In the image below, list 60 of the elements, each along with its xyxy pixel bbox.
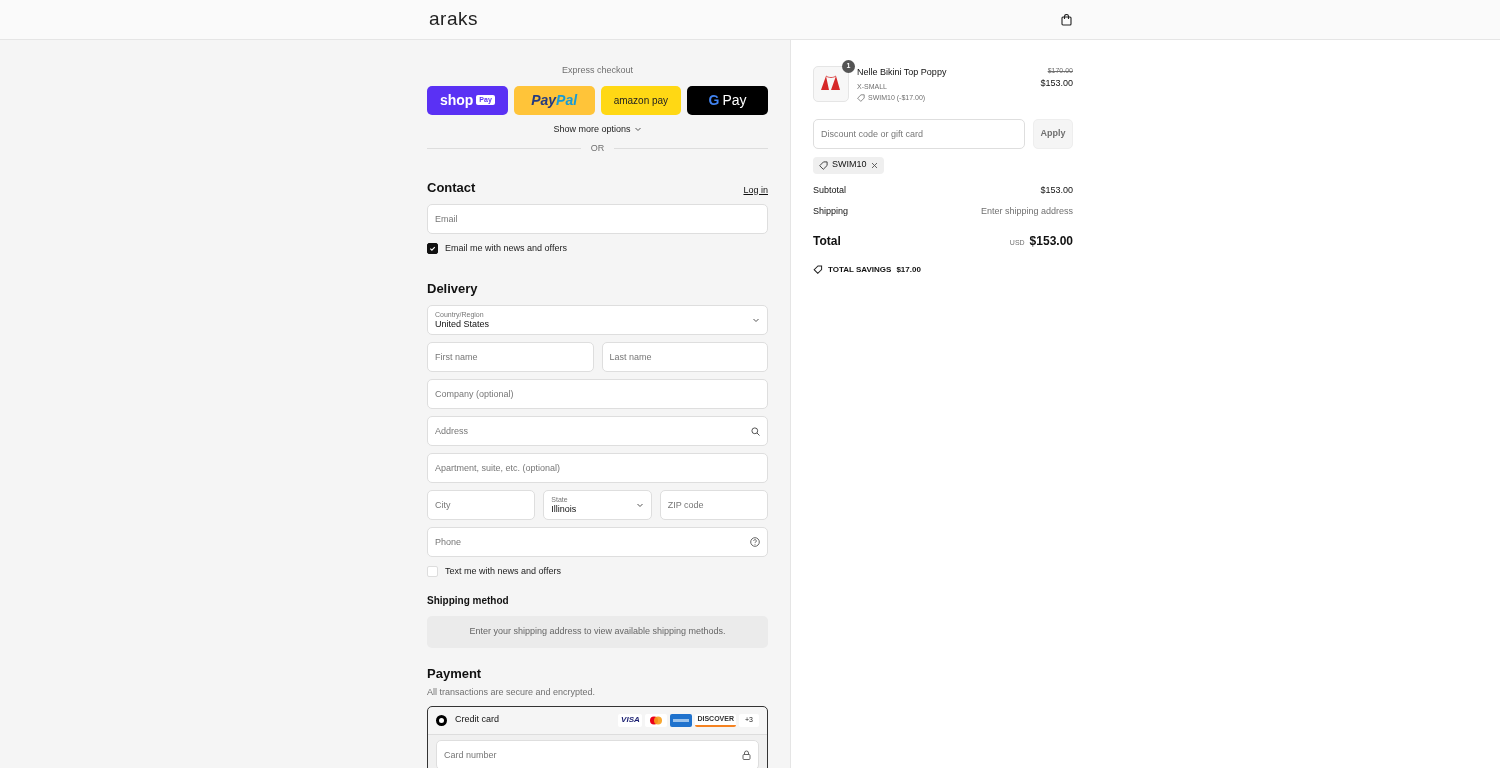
- visa-logo: VISA: [618, 713, 643, 727]
- section-heading: Payment: [427, 664, 483, 683]
- field-value: Illinois: [551, 505, 578, 514]
- apartment-field[interactable]: Apartment, suite, etc. (optional): [427, 453, 768, 483]
- paypal-button[interactable]: PayPal: [513, 85, 595, 115]
- apply-button[interactable]: Apply: [1033, 118, 1073, 149]
- shipping-methods-notice: Enter your shipping address to view available shipping methods.: [427, 615, 768, 648]
- log-in-link[interactable]: Log in: [743, 183, 768, 197]
- mastercard-logo: [645, 713, 668, 727]
- company-field[interactable]: Company (optional): [427, 379, 768, 409]
- google-pay-button[interactable]: G Pay: [687, 85, 768, 115]
- checkbox[interactable]: [427, 243, 438, 255]
- section-heading: Delivery: [427, 279, 479, 298]
- first-name-field[interactable]: First name: [427, 342, 594, 372]
- amex-logo: [670, 713, 693, 727]
- subtotal-value: $153.00: [1040, 183, 1073, 197]
- city-field[interactable]: City: [427, 490, 536, 520]
- last-name-field[interactable]: Last name: [601, 342, 768, 372]
- checkbox-label: Email me with news and offers: [445, 242, 567, 255]
- check-icon: [429, 245, 436, 253]
- card-number-field[interactable]: Card number: [436, 739, 759, 768]
- subtotal-label: Subtotal: [813, 183, 847, 197]
- product-price: $153.00: [1040, 76, 1073, 90]
- phone-field[interactable]: Phone: [427, 527, 768, 557]
- payment-subtitle: All transactions are secure and encrypted.: [427, 686, 597, 699]
- show-more-options-link[interactable]: Show more options: [553, 122, 642, 136]
- tag-icon: [813, 265, 823, 274]
- chevron-down-icon: [635, 501, 644, 509]
- radio-button[interactable]: [436, 714, 447, 726]
- address-field[interactable]: Address: [427, 416, 768, 446]
- shopping-bag-icon[interactable]: [1061, 13, 1072, 26]
- discount-code-field[interactable]: Discount code or gift card: [813, 118, 1025, 149]
- lock-icon: [742, 749, 751, 760]
- product-name: Nelle Bikini Top Poppy: [857, 66, 948, 79]
- tag-icon: [857, 94, 865, 103]
- or-divider-text: OR: [590, 142, 605, 155]
- payment-method-label: Credit card: [455, 713, 500, 727]
- checkbox-label: Text me with news and offers: [445, 565, 561, 578]
- field-value: United States: [435, 320, 491, 329]
- store-logo[interactable]: araks: [429, 5, 478, 34]
- total-value: $153.00: [1029, 232, 1073, 250]
- chevron-down-icon: [633, 125, 642, 134]
- help-icon[interactable]: [750, 537, 760, 547]
- total-savings-label: TOTAL SAVINGS: [828, 263, 892, 276]
- total-label: Total: [813, 232, 841, 250]
- tag-icon: [819, 160, 828, 170]
- section-heading: Contact: [427, 178, 476, 197]
- search-icon: [751, 426, 760, 436]
- chevron-down-icon: [752, 316, 760, 324]
- zip-code-field[interactable]: ZIP code: [659, 490, 768, 520]
- total-savings-value: $17.00: [896, 263, 921, 276]
- shipping-label: Shipping: [813, 205, 849, 218]
- product-thumbnail: [813, 66, 849, 102]
- close-icon[interactable]: [870, 161, 878, 169]
- discount-code-text: SWIM10: [832, 158, 867, 172]
- email-field[interactable]: Email: [427, 204, 768, 234]
- express-checkout-title: Express checkout: [561, 64, 633, 77]
- section-heading: Shipping method: [427, 593, 510, 608]
- amazon-pay-button[interactable]: amazon pay: [600, 85, 682, 115]
- shipping-value: Enter shipping address: [980, 205, 1073, 218]
